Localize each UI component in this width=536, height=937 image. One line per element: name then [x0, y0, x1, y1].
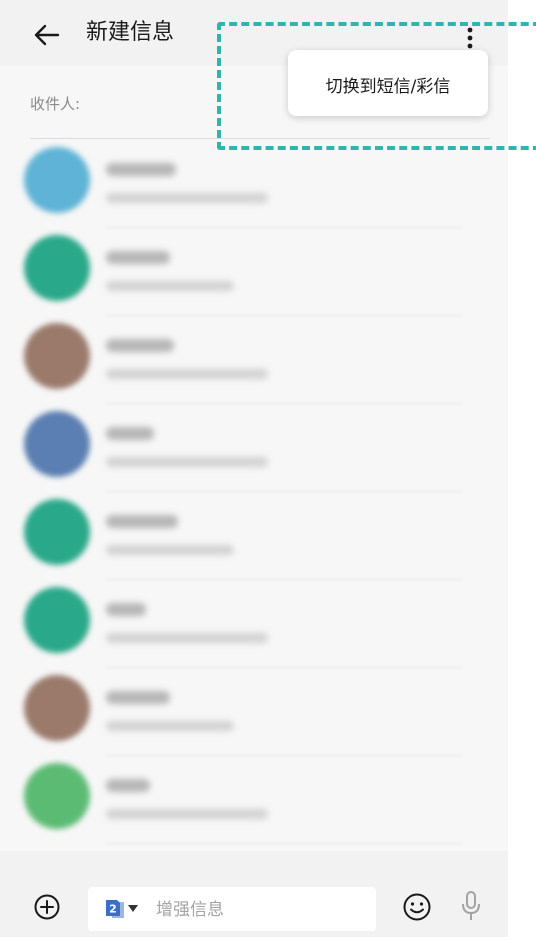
- row-divider: [106, 667, 462, 668]
- contact-name-redacted: [106, 251, 170, 264]
- contact-list: [0, 141, 508, 851]
- contact-name-redacted: [106, 339, 174, 352]
- contact-number-redacted: [106, 545, 234, 555]
- contact-number-redacted: [106, 193, 268, 203]
- contact-number-redacted: [106, 457, 268, 467]
- chevron-down-icon[interactable]: [128, 905, 138, 913]
- sim-number: 2: [109, 903, 117, 916]
- page-title: 新建信息: [86, 20, 175, 45]
- contact-number-redacted: [106, 721, 234, 731]
- avatar: [24, 411, 90, 477]
- back-arrow-icon[interactable]: [30, 18, 64, 52]
- avatar: [24, 499, 90, 565]
- avatar: [24, 323, 90, 389]
- recipient-divider: [30, 138, 490, 139]
- contact-name-redacted: [106, 427, 154, 440]
- menu-item-switch-to-sms-mms[interactable]: 切换到短信/彩信: [288, 72, 488, 97]
- overflow-menu[interactable]: 切换到短信/彩信: [288, 50, 488, 116]
- avatar: [24, 587, 90, 653]
- compose-box: 2: [88, 887, 376, 931]
- row-divider: [106, 843, 462, 844]
- contact-name-redacted: [106, 603, 146, 616]
- contact-number-redacted: [106, 369, 268, 379]
- avatar: [24, 235, 90, 301]
- contact-row[interactable]: [0, 493, 508, 581]
- message-input[interactable]: [154, 895, 368, 925]
- new-message-screen: 新建信息 收件人: 切换到短信/彩信 2: [0, 0, 508, 937]
- contact-row[interactable]: [0, 229, 508, 317]
- add-circle-icon[interactable]: [33, 893, 61, 921]
- contact-number-redacted: [106, 633, 268, 643]
- contact-row[interactable]: [0, 757, 508, 845]
- contact-row[interactable]: [0, 669, 508, 757]
- row-divider: [106, 491, 462, 492]
- recipient-label: 收件人:: [30, 95, 81, 113]
- contact-row[interactable]: [0, 405, 508, 493]
- microphone-icon[interactable]: [461, 890, 481, 922]
- row-divider: [106, 315, 462, 316]
- contact-row[interactable]: [0, 581, 508, 669]
- contact-number-redacted: [106, 809, 268, 819]
- row-divider: [106, 579, 462, 580]
- row-divider: [106, 755, 462, 756]
- row-divider: [106, 227, 462, 228]
- sim-card-icon[interactable]: 2: [104, 898, 126, 920]
- contact-name-redacted: [106, 779, 150, 792]
- contact-number-redacted: [106, 281, 234, 291]
- avatar: [24, 675, 90, 741]
- compose-bar: 2: [0, 876, 508, 937]
- contact-name-redacted: [106, 691, 170, 704]
- row-divider: [106, 403, 462, 404]
- emoji-icon[interactable]: [402, 892, 432, 922]
- contact-name-redacted: [106, 515, 178, 528]
- contact-row[interactable]: [0, 141, 508, 229]
- contact-name-redacted: [106, 163, 176, 176]
- avatar: [24, 147, 90, 213]
- contact-row[interactable]: [0, 317, 508, 405]
- avatar: [24, 763, 90, 829]
